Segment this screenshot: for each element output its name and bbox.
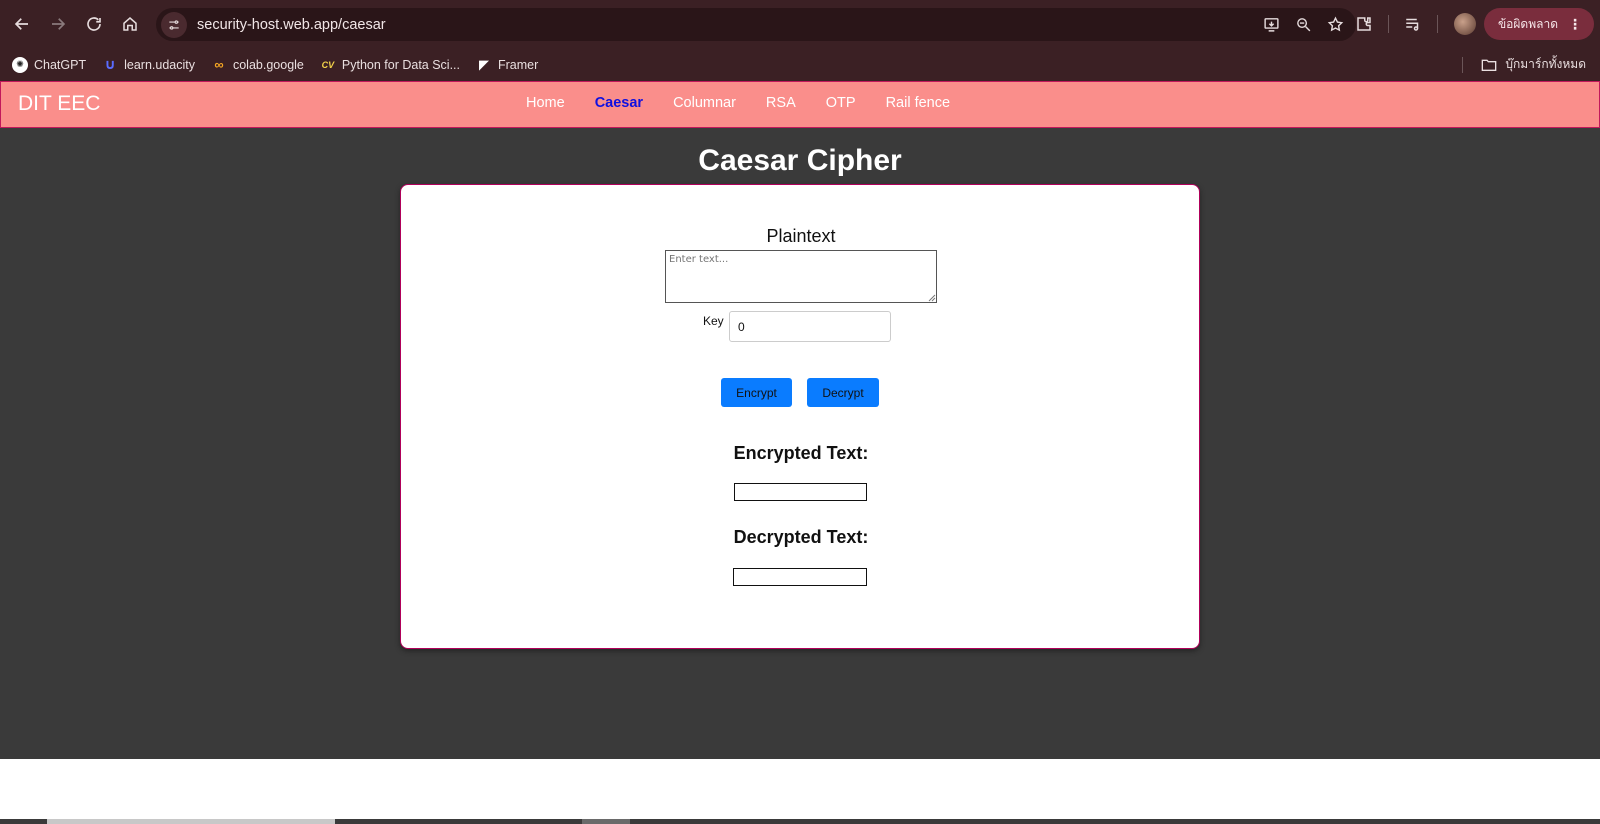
tune-icon	[169, 19, 179, 30]
page-bottom-area	[0, 759, 1600, 824]
udacity-icon: ∪	[104, 56, 116, 72]
home-icon	[123, 17, 137, 31]
home-button[interactable]	[112, 6, 148, 42]
site-brand[interactable]: DIT EEC	[18, 92, 100, 116]
nav-link-home[interactable]: Home	[526, 95, 565, 111]
site-info-button[interactable]	[161, 11, 187, 38]
nav-link-columnar[interactable]: Columnar	[673, 95, 736, 111]
nav-link-otp[interactable]: OTP	[826, 95, 856, 111]
profile-avatar[interactable]	[1453, 13, 1476, 35]
plaintext-input[interactable]	[665, 250, 937, 303]
bookmark-label: colab.google	[232, 57, 304, 72]
colab-icon: ∞	[214, 57, 224, 72]
nav-links: Home Caesar Columnar RSA OTP Rail fence	[526, 95, 950, 111]
horizontal-scrollbar[interactable]	[0, 819, 1600, 824]
cipher-card: Plaintext Key 0 Encrypt Decrypt Encrypte…	[400, 184, 1200, 649]
all-bookmarks-label: บุ๊กมาร์กทั้งหมด	[1505, 57, 1586, 71]
error-chip-button[interactable]: ข้อผิดพลาด ⋮	[1483, 8, 1594, 40]
reload-button[interactable]	[76, 6, 112, 42]
more-menu-icon[interactable]: ⋮	[1568, 16, 1582, 33]
encrypt-button[interactable]: Encrypt	[721, 378, 792, 407]
bookmarks-divider	[1462, 56, 1464, 73]
bookmark-python-data-science[interactable]: CV Python for Data Sci...	[320, 57, 460, 73]
install-app-icon[interactable]	[1260, 14, 1282, 36]
zoom-icon[interactable]	[1292, 14, 1314, 36]
nav-link-rail-fence[interactable]: Rail fence	[886, 95, 950, 111]
reload-icon	[87, 17, 101, 31]
bookmarks-bar: ✺ ChatGPT ∪ learn.udacity ∞ colab.google…	[0, 48, 1600, 81]
browser-toolbar: security-host.web.app/caesar ข้อผิดพลาด …	[0, 0, 1600, 48]
bookmark-udacity[interactable]: ∪ learn.udacity	[102, 56, 195, 73]
decrypted-text-title: Decrypted Text:	[733, 527, 869, 547]
site-navbar: DIT EEC Home Caesar Columnar RSA OTP Rai…	[0, 81, 1600, 128]
page-viewport: DIT EEC Home Caesar Columnar RSA OTP Rai…	[0, 81, 1600, 759]
arrow-right-icon	[52, 18, 66, 30]
toolbar-divider	[1436, 15, 1438, 33]
media-controls-icon[interactable]	[1397, 8, 1429, 40]
url-text[interactable]: security-host.web.app/caesar	[197, 17, 386, 33]
framer-icon: ◤	[479, 56, 489, 72]
key-value: 0	[738, 319, 745, 334]
nav-link-caesar[interactable]: Caesar	[595, 95, 643, 111]
bookmark-colab[interactable]: ∞ colab.google	[211, 57, 304, 73]
bookmark-label: ChatGPT	[34, 57, 87, 72]
chatgpt-icon: ✺	[12, 56, 28, 73]
decrypted-text-output	[733, 568, 867, 586]
scrollbar-thumb[interactable]	[47, 819, 335, 824]
bookmark-label: Python for Data Sci...	[341, 57, 460, 72]
page-title: Caesar Cipher	[698, 144, 902, 177]
back-button[interactable]	[4, 6, 40, 42]
scrollbar-marker	[582, 819, 630, 824]
key-label: Key	[703, 314, 724, 328]
toolbar-divider	[1387, 15, 1389, 33]
plaintext-label: Plaintext	[766, 226, 836, 246]
forward-button[interactable]	[40, 6, 76, 42]
error-chip-label: ข้อผิดพลาด	[1497, 16, 1558, 31]
address-bar[interactable]: security-host.web.app/caesar	[156, 8, 1356, 41]
bookmark-label: learn.udacity	[124, 57, 195, 72]
bookmark-framer[interactable]: ◤ Framer	[476, 57, 538, 73]
encrypted-text-title: Encrypted Text:	[733, 443, 869, 463]
decrypt-button[interactable]: Decrypt	[807, 378, 879, 407]
bookmark-chatgpt[interactable]: ✺ ChatGPT	[12, 56, 87, 73]
star-icon[interactable]	[1324, 14, 1346, 36]
arrow-left-icon	[14, 18, 28, 30]
resize-grip-icon[interactable]	[928, 294, 936, 302]
folder-icon	[1482, 59, 1497, 71]
key-input[interactable]: 0	[729, 311, 891, 342]
all-bookmarks-button[interactable]: บุ๊กมาร์กทั้งหมด	[1462, 48, 1586, 81]
nav-link-rsa[interactable]: RSA	[766, 95, 796, 111]
bookmark-label: Framer	[498, 57, 539, 72]
extensions-icon[interactable]	[1348, 8, 1380, 40]
cv-icon: CV	[321, 59, 335, 70]
encrypted-text-output	[734, 483, 867, 501]
